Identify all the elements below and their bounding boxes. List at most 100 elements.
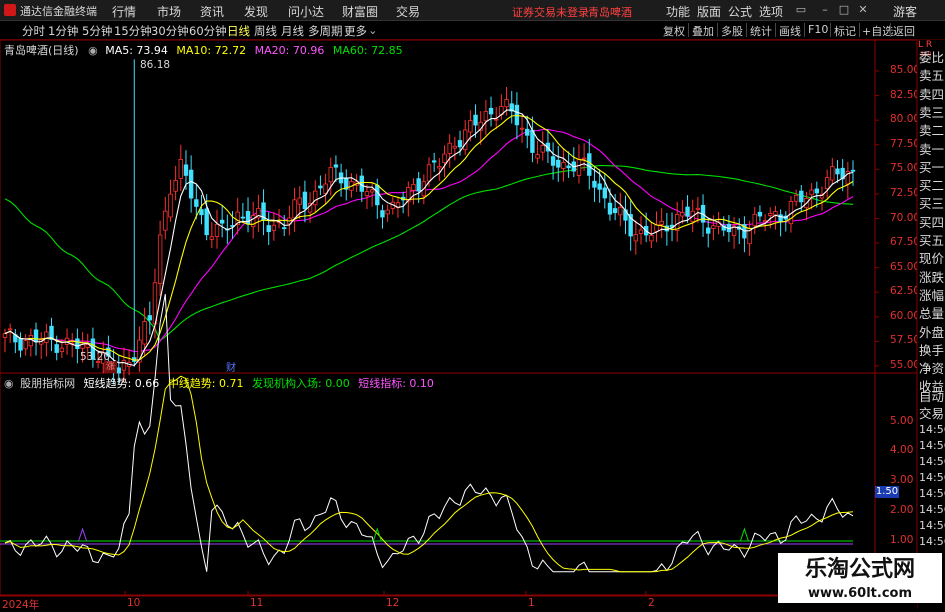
indicator-tick-label: 2.00	[890, 504, 914, 516]
sidebar-item[interactable]: 卖四	[919, 84, 945, 103]
sidebar-item[interactable]: 委比	[919, 47, 945, 66]
candle-body	[550, 156, 556, 166]
sidebar-time: 14:56	[919, 535, 945, 548]
sidebar-item[interactable]: 卖一	[919, 139, 945, 158]
candle-body	[561, 162, 566, 169]
price-tick-label: 82.50	[890, 88, 921, 101]
ma10-line	[4, 114, 854, 361]
watermark-url: www.60lt.com	[778, 585, 942, 603]
candle-body	[147, 315, 152, 321]
candle-body	[369, 189, 375, 193]
candle-body	[638, 229, 644, 234]
ma60-polyline	[4, 165, 854, 342]
ma-legend: 青岛啤酒(日线) ◉ MA5: 73.94 MA10: 72.72 MA20: …	[4, 42, 403, 58]
candle-body	[799, 190, 804, 203]
zhang-marker[interactable]: 涨	[104, 361, 117, 373]
price-panel-border	[0, 39, 918, 374]
candle-body	[602, 187, 608, 199]
candle-body	[240, 216, 246, 219]
candle-body	[850, 169, 856, 172]
price-tick-label: 60.00	[890, 309, 921, 322]
sidebar-lower-item[interactable]: 交易	[919, 403, 945, 422]
sidebar-item[interactable]: 净资	[919, 358, 945, 377]
sidebar-time: 14:56	[919, 423, 945, 436]
sidebar-time: 14:56	[919, 503, 945, 516]
candle-body	[121, 360, 127, 371]
short-trend-line	[4, 294, 854, 573]
cai-marker[interactable]: 财	[226, 359, 236, 374]
sidebar-item[interactable]: 买二	[919, 175, 945, 194]
sidebar-item[interactable]: 买一	[919, 157, 945, 176]
candle-body	[581, 157, 587, 160]
sidebar-item[interactable]: 涨幅	[919, 285, 945, 304]
ma20-value: MA20: 70.96	[254, 44, 325, 57]
candle-body	[494, 118, 499, 121]
indicator-settings-icon[interactable]: ◉	[4, 377, 14, 390]
ma10-value: MA10: 72.72	[176, 44, 247, 57]
sidebar-item[interactable]: 买三	[919, 193, 945, 212]
candle-body	[318, 185, 323, 189]
candle-body	[468, 120, 473, 133]
candle-body	[773, 211, 778, 216]
candle-body	[711, 225, 716, 229]
indicator-tick-label: 1.00	[890, 534, 914, 546]
stock-legend: 青岛啤酒(日线)	[4, 44, 79, 57]
kline-chart[interactable]	[0, 0, 945, 609]
candle-body	[23, 340, 28, 350]
candle-body	[483, 111, 489, 122]
sidebar-item[interactable]: 涨跌	[919, 267, 945, 286]
candle-body	[209, 236, 215, 240]
sidebar-item[interactable]: 卖三	[919, 102, 945, 121]
settings-circle-icon[interactable]: ◉	[88, 44, 98, 57]
candle-body	[473, 114, 478, 126]
candle-body	[28, 335, 34, 347]
candle-body	[178, 159, 184, 179]
candle-body	[292, 199, 297, 219]
candle-body	[194, 199, 199, 207]
ma5-line	[4, 109, 854, 367]
candle-body	[824, 177, 830, 190]
candle-body	[250, 215, 256, 228]
price-tick-label: 80.00	[890, 113, 921, 126]
sidebar-item[interactable]: 外盘	[919, 322, 945, 341]
candle-body	[245, 211, 251, 225]
price-tick-label: 57.50	[890, 334, 921, 347]
candle-body	[183, 164, 189, 176]
sidebar-time: 14:56	[919, 455, 945, 468]
candle-body	[157, 234, 163, 284]
sidebar-item[interactable]: 现价	[919, 248, 945, 267]
candle-body	[411, 184, 416, 191]
candle-body	[385, 209, 390, 215]
candle-body	[142, 321, 147, 345]
sidebar-item[interactable]: 总量	[919, 303, 945, 322]
indicator-spike	[78, 527, 88, 542]
candlesticks	[2, 59, 856, 385]
candle-body	[540, 144, 545, 153]
price-tick-label: 67.50	[890, 236, 921, 249]
candle-body	[618, 206, 623, 216]
indicator-name[interactable]: 股朋指标网	[20, 377, 75, 390]
candle-body	[44, 331, 49, 343]
high-price-label: 86.18	[140, 59, 171, 71]
candle-body	[2, 333, 8, 338]
candle-body	[762, 220, 768, 223]
candle-body	[297, 197, 302, 205]
sidebar-item[interactable]: 换手	[919, 340, 945, 359]
sidebar-item[interactable]: 卖二	[919, 120, 945, 139]
candle-body	[116, 367, 121, 374]
candle-body	[597, 183, 602, 190]
candle-body	[204, 208, 209, 236]
sidebar-item[interactable]: 买四	[919, 212, 945, 231]
candle-body	[173, 180, 178, 192]
sidebar-item[interactable]: 卖五	[919, 65, 945, 84]
candle-body	[488, 107, 494, 115]
candle-body	[680, 211, 685, 217]
candle-body	[706, 227, 711, 234]
price-tick-label: 75.00	[890, 162, 921, 175]
candle-body	[188, 169, 194, 199]
sidebar-item[interactable]: 买五	[919, 230, 945, 249]
candle-body	[75, 338, 80, 350]
candle-body	[380, 210, 385, 218]
indicator-tick-label: 5.00	[890, 415, 914, 427]
ma5-polyline	[4, 109, 854, 367]
